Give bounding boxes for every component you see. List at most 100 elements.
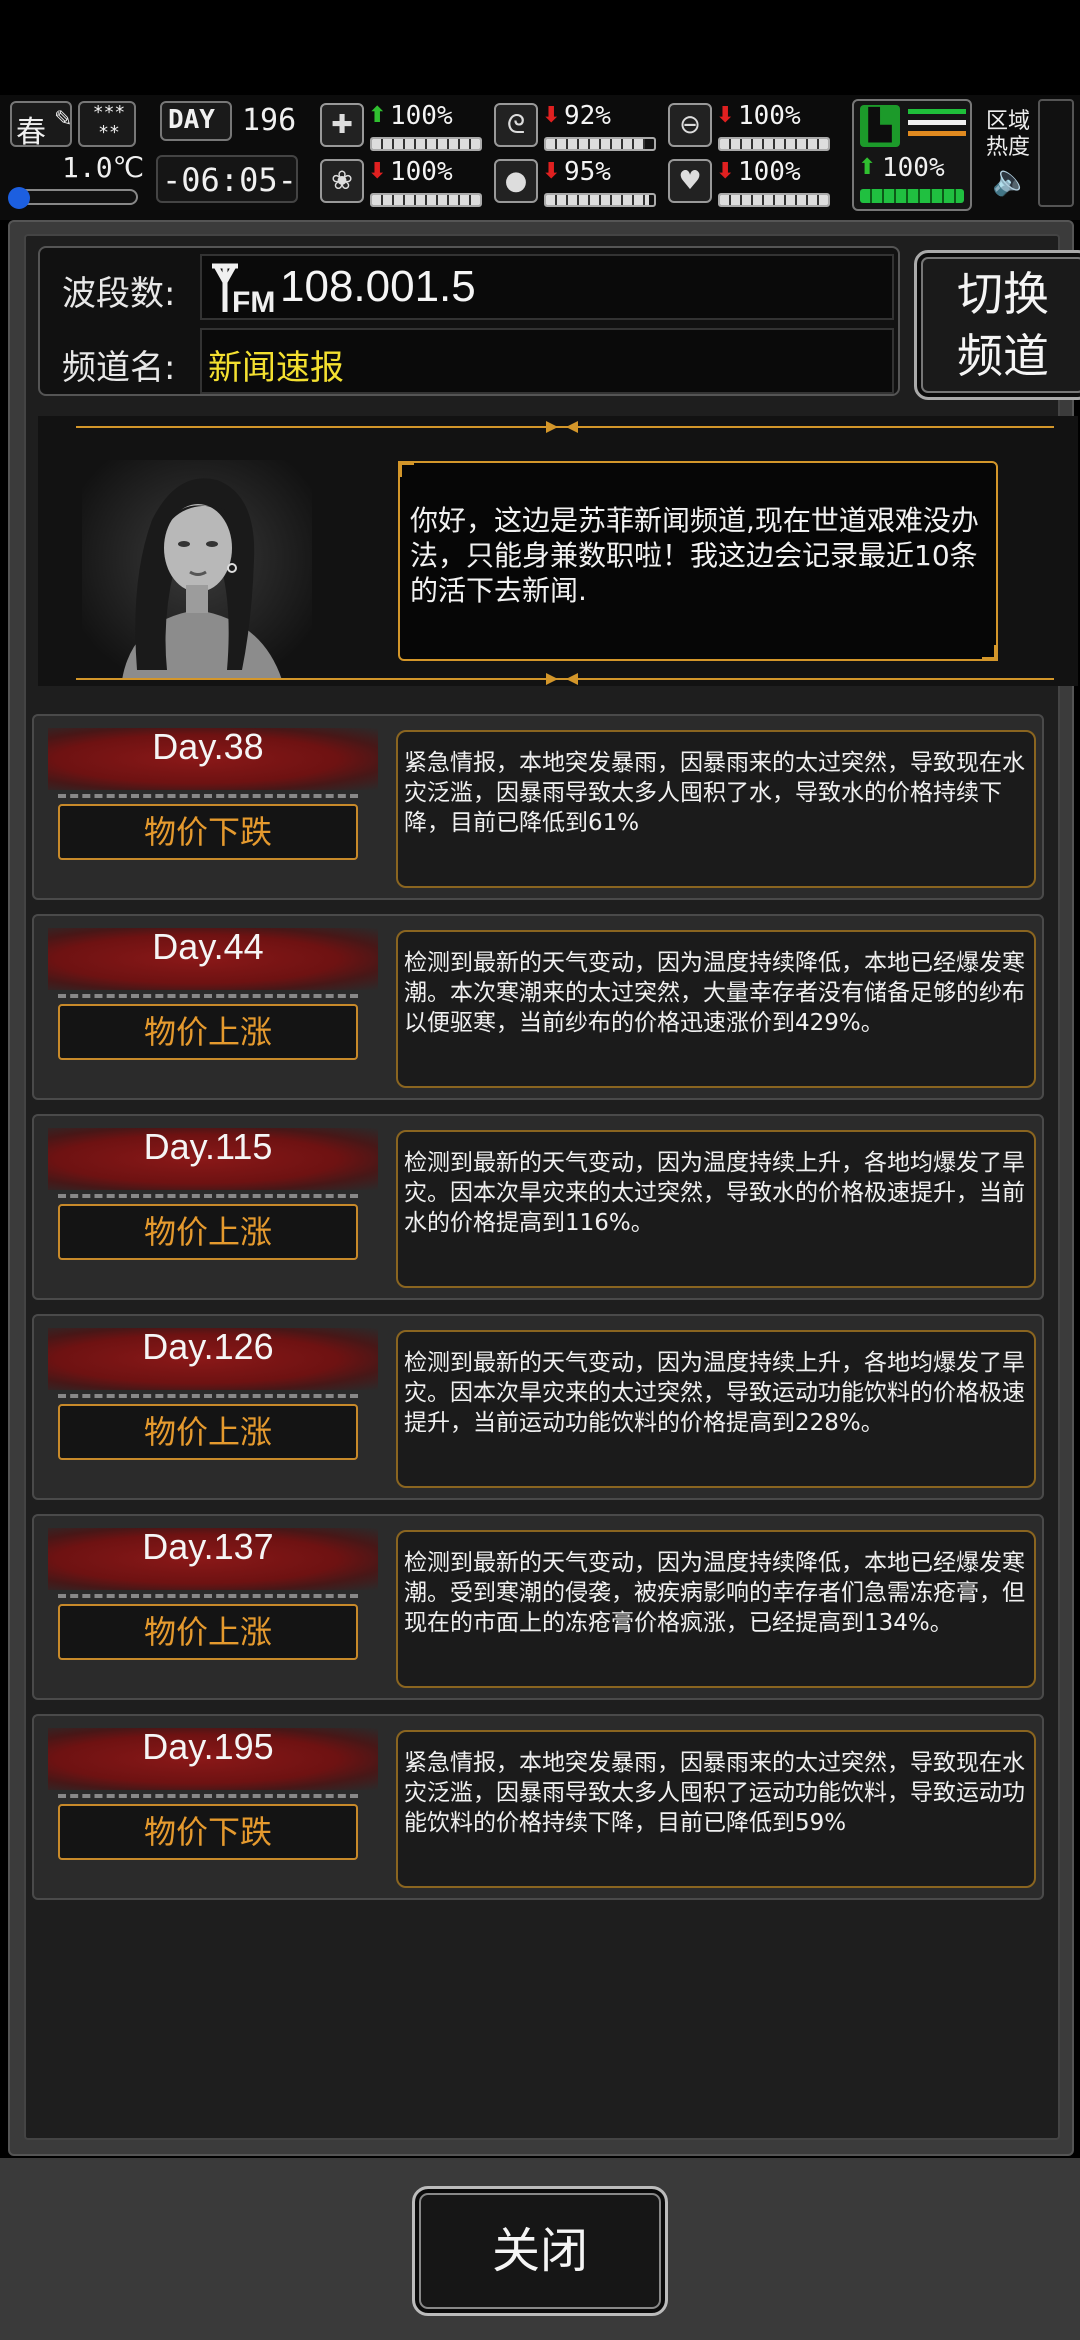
news-description-box: 检测到最新的天气变动，因为温度持续上升，各地均爆发了旱灾。因本次旱灾来的太过突然… bbox=[396, 1330, 1036, 1488]
news-description: 检测到最新的天气变动，因为温度持续降低，本地已经爆发寒潮。受到寒潮的侵袭，被疾病… bbox=[404, 1550, 1025, 1636]
switch-channel-button[interactable]: 切换 频道 bbox=[914, 250, 1080, 400]
arrow-up-icon: ⬆ bbox=[368, 103, 387, 128]
stat-sanity-value: 100% bbox=[390, 157, 453, 187]
dashed-divider bbox=[58, 1794, 358, 1798]
news-description-box: 检测到最新的天气变动，因为温度持续降低，本地已经爆发寒潮。受到寒潮的侵袭，被疾病… bbox=[396, 1530, 1036, 1688]
radio-panel-inner: 波段数: FM 108.001.5 频道名: 新闻速报 切换 频道 你好，这边是… bbox=[24, 234, 1080, 2140]
news-day: Day.115 bbox=[143, 1126, 273, 1167]
news-item: Day.195 物价下跌 紧急情报，本地突发暴雨，因暴雨来的太过突然，导致现在水… bbox=[32, 1714, 1044, 1900]
price-tag: 物价下跌 bbox=[58, 804, 358, 860]
fm-text: FM bbox=[232, 286, 275, 318]
price-tag: 物价上涨 bbox=[58, 1604, 358, 1660]
price-tag: 物价下跌 bbox=[58, 1804, 358, 1860]
weather-icon: *** ** bbox=[92, 102, 126, 143]
temperature-gauge bbox=[8, 187, 138, 209]
news-item: Day.38 物价下跌 紧急情报，本地突发暴雨，因暴雨来的太过突然，导致现在水灾… bbox=[32, 714, 1044, 900]
host-portrait bbox=[82, 460, 312, 680]
news-day: Day.126 bbox=[142, 1326, 274, 1367]
close-button[interactable]: 关闭 bbox=[412, 2186, 668, 2316]
stat-health-fill bbox=[372, 139, 480, 149]
news-description: 检测到最新的天气变动，因为温度持续降低，本地已经爆发寒潮。本次寒潮来的太过突然，… bbox=[404, 950, 1025, 1036]
water-drop-icon: ● bbox=[494, 159, 538, 203]
price-tag: 物价上涨 bbox=[58, 1204, 358, 1260]
antenna-fm-icon: FM bbox=[212, 263, 275, 318]
stamina-value: 100% bbox=[882, 153, 945, 183]
switch-channel-label-1: 切换 bbox=[957, 267, 1049, 321]
stat-energy: ⊖ ⬇ 100% bbox=[668, 101, 838, 153]
news-description-box: 紧急情报，本地突发暴雨，因暴雨来的太过突然，导致现在水灾泛滥，因暴雨导致太多人囤… bbox=[396, 1730, 1036, 1888]
host-section: 你好，这边是苏菲新闻频道,现在世道艰难没办法，只能身兼数职啦！我这边会记录最近1… bbox=[38, 416, 1078, 686]
brain-icon: ❀ bbox=[320, 159, 364, 203]
status-bar: 春 ✎ *** ** 1.0℃ DAY 196 -06:05- ✚ ⬆ 100%… bbox=[0, 95, 1080, 220]
stat-thirst: ● ⬇ 95% bbox=[494, 157, 664, 209]
news-item: Day.126 物价上涨 检测到最新的天气变动，因为温度持续上升，各地均爆发了旱… bbox=[32, 1314, 1044, 1500]
stat-sanity: ❀ ⬇ 100% bbox=[320, 157, 490, 209]
stamina-lines bbox=[908, 109, 966, 136]
stat-sanity-bar bbox=[370, 193, 482, 207]
divider-bottom bbox=[76, 678, 1054, 680]
medkit-icon: ✚ bbox=[320, 103, 364, 147]
price-tag: 物价上涨 bbox=[58, 1404, 358, 1460]
arrow-down-icon: ⬇ bbox=[368, 159, 387, 184]
news-description-box: 检测到最新的天气变动，因为温度持续上升，各地均爆发了旱灾。因本次旱灾来的太过突然… bbox=[396, 1130, 1036, 1288]
divider-arrow-right-icon bbox=[546, 673, 558, 685]
day-label: DAY bbox=[168, 105, 215, 135]
stat-thirst-value: 95% bbox=[564, 157, 611, 187]
stamina-bar bbox=[860, 189, 964, 203]
heart-icon: ♥ bbox=[668, 159, 712, 203]
divider-top bbox=[76, 426, 1054, 428]
stat-hunger: ᘓ ⬇ 92% bbox=[494, 101, 664, 153]
news-day: Day.44 bbox=[152, 926, 264, 967]
stat-energy-bar bbox=[718, 137, 830, 151]
bracket-br bbox=[982, 645, 998, 661]
host-speech-text: 你好，这边是苏菲新闻频道,现在世道艰难没办法，只能身兼数职啦！我这边会记录最近1… bbox=[410, 504, 979, 607]
region-heat-label: 区域 热度 bbox=[986, 109, 1031, 160]
stat-hunger-fill bbox=[546, 139, 646, 149]
news-description-box: 检测到最新的天气变动，因为温度持续降低，本地已经爆发寒潮。本次寒潮来的太过突然，… bbox=[396, 930, 1036, 1088]
stat-hunger-value: 92% bbox=[564, 101, 611, 131]
dashed-divider bbox=[58, 1194, 358, 1198]
news-description: 紧急情报，本地突发暴雨，因暴雨来的太过突然，导致现在水灾泛滥，因暴雨导致太多人囤… bbox=[404, 750, 1025, 836]
stat-sanity-fill bbox=[372, 195, 480, 205]
speaker-icon[interactable]: 🔈 bbox=[992, 163, 1029, 198]
temperature-bulb-icon bbox=[8, 187, 30, 209]
stomach-icon: ᘓ bbox=[494, 103, 538, 147]
news-item: Day.137 物价上涨 检测到最新的天气变动，因为温度持续降低，本地已经爆发寒… bbox=[32, 1514, 1044, 1700]
news-description: 紧急情报，本地突发暴雨，因暴雨来的太过突然，导致现在水灾泛滥，因暴雨导致太多人囤… bbox=[404, 1750, 1025, 1836]
season-label: 春 bbox=[16, 115, 46, 150]
dashed-divider bbox=[58, 794, 358, 798]
stat-mood-bar bbox=[718, 193, 830, 207]
news-description-box: 紧急情报，本地突发暴雨，因暴雨来的太过突然，导致现在水灾泛滥，因暴雨导致太多人囤… bbox=[396, 730, 1036, 888]
dashed-divider bbox=[58, 1394, 358, 1398]
news-day: Day.195 bbox=[142, 1726, 274, 1767]
stamina-line-green bbox=[908, 109, 966, 114]
stamina-box: ▙ ⬆ 100% bbox=[852, 99, 972, 211]
arrow-up-icon: ⬆ bbox=[858, 155, 877, 180]
bottom-bar: 关闭 bbox=[0, 2158, 1080, 2340]
stat-hunger-bar bbox=[544, 137, 656, 151]
news-item: Day.44 物价上涨 检测到最新的天气变动，因为温度持续降低，本地已经爆发寒潮… bbox=[32, 914, 1044, 1100]
stat-energy-fill bbox=[720, 139, 828, 149]
arrow-down-icon: ⬇ bbox=[542, 103, 561, 128]
news-day: Day.137 bbox=[142, 1526, 274, 1567]
radio-panel: 波段数: FM 108.001.5 频道名: 新闻速报 切换 频道 你好，这边是… bbox=[8, 220, 1080, 2156]
dashed-divider bbox=[58, 1594, 358, 1598]
region-heat-gauge bbox=[1038, 99, 1074, 207]
stat-thirst-fill bbox=[546, 195, 649, 205]
stat-energy-value: 100% bbox=[738, 101, 801, 131]
host-speech-bubble: 你好，这边是苏菲新闻频道,现在世道艰难没办法，只能身兼数职啦！我这边会记录最近1… bbox=[398, 461, 998, 661]
temperature-value: 1.0℃ bbox=[62, 151, 145, 184]
dashed-divider bbox=[58, 994, 358, 998]
stat-health-value: 100% bbox=[390, 101, 453, 131]
divider-arrow-left-icon bbox=[566, 421, 578, 433]
news-description: 检测到最新的天气变动，因为温度持续上升，各地均爆发了旱灾。因本次旱灾来的太过突然… bbox=[404, 1350, 1025, 1436]
stamina-line-orange bbox=[908, 131, 966, 136]
weather-box: *** ** bbox=[78, 101, 136, 147]
band-label: 波段数: bbox=[62, 274, 176, 314]
arrow-down-icon: ⬇ bbox=[542, 159, 561, 184]
stamina-line-white bbox=[908, 120, 966, 125]
feather-icon: ✎ bbox=[54, 107, 73, 132]
arrow-down-icon: ⬇ bbox=[716, 159, 735, 184]
news-day: Day.38 bbox=[152, 726, 264, 767]
stat-thirst-bar bbox=[544, 193, 656, 207]
